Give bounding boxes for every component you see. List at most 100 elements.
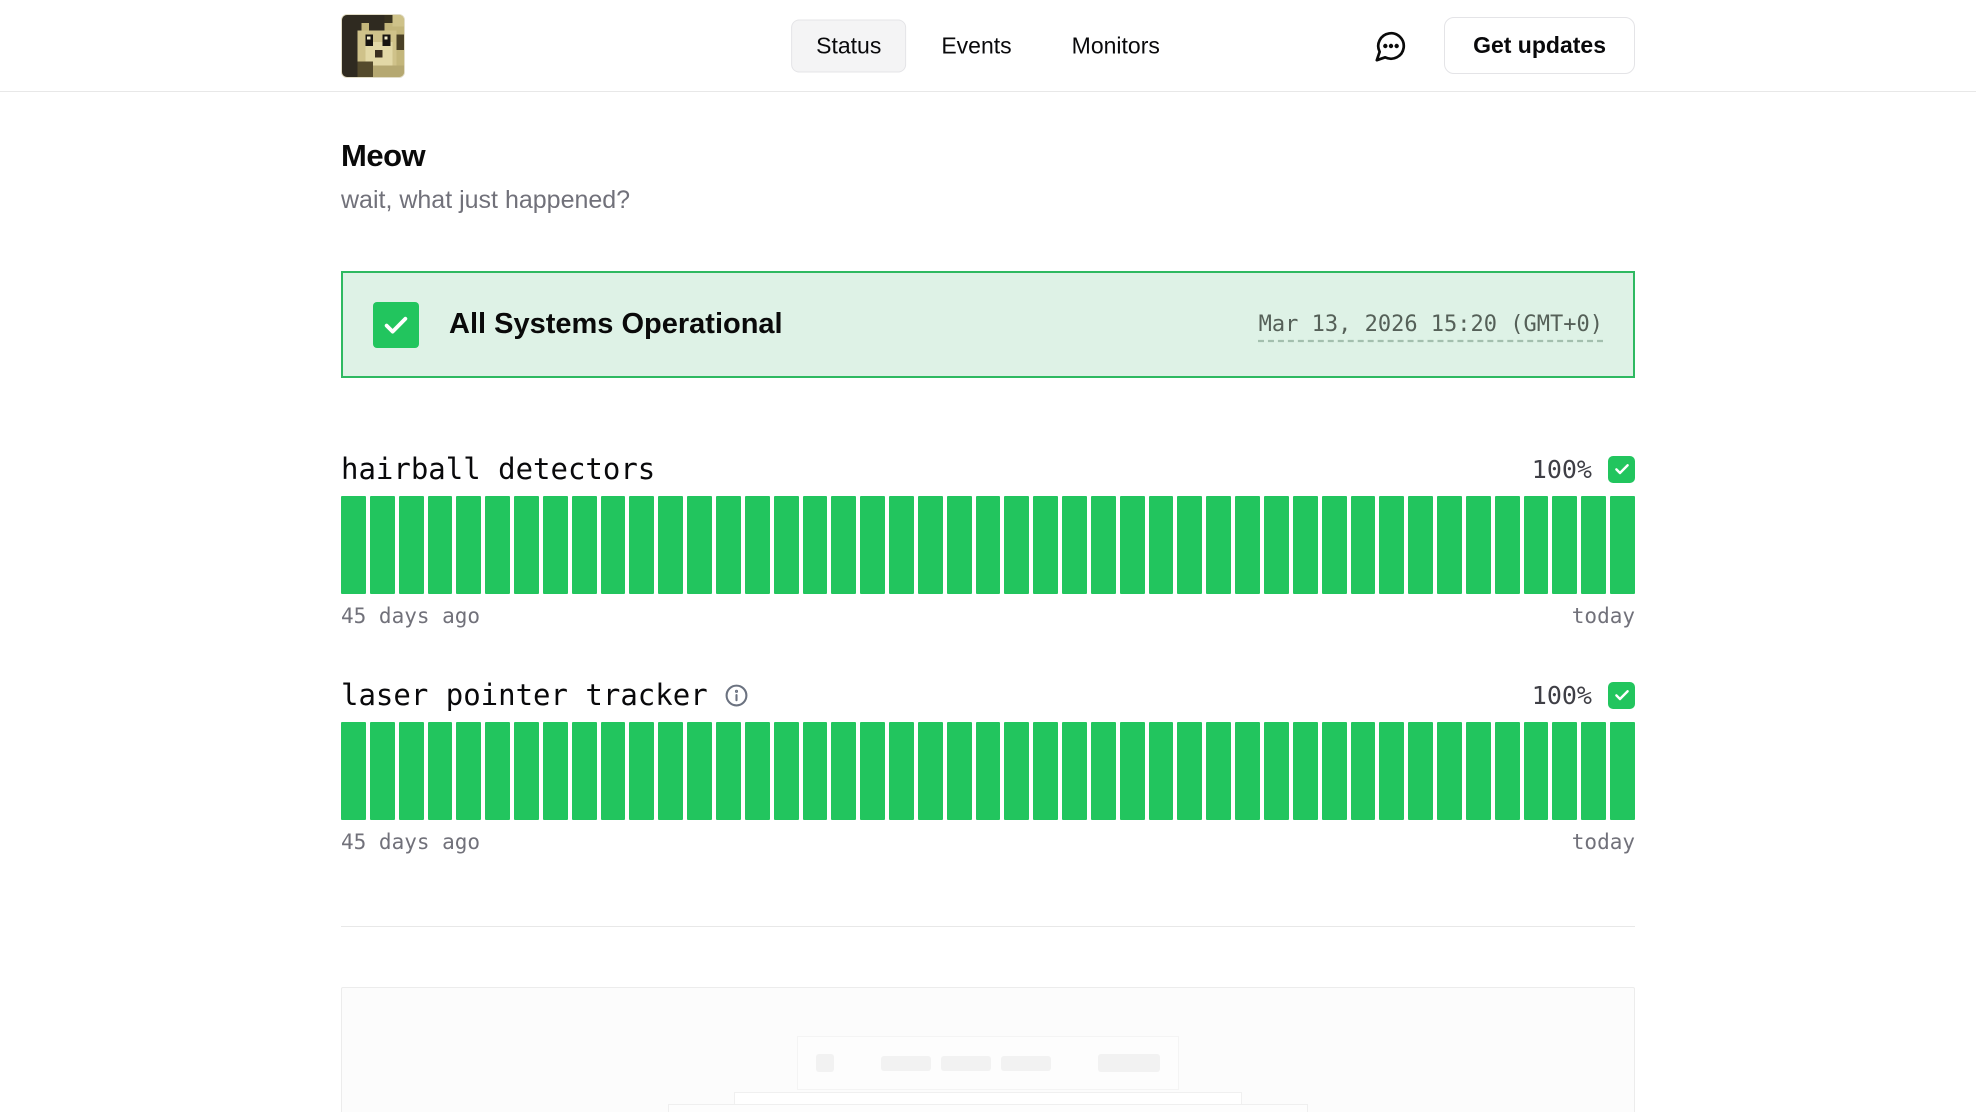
uptime-bar-day[interactable]: [947, 496, 972, 594]
uptime-bar-day[interactable]: [1552, 496, 1577, 594]
uptime-bar-day[interactable]: [1062, 722, 1087, 820]
uptime-bar-day[interactable]: [1235, 496, 1260, 594]
uptime-bar-day[interactable]: [1379, 496, 1404, 594]
uptime-bar-day[interactable]: [860, 722, 885, 820]
uptime-bar-day[interactable]: [572, 722, 597, 820]
uptime-bar-day[interactable]: [831, 722, 856, 820]
uptime-bar-day[interactable]: [1437, 496, 1462, 594]
uptime-bar-day[interactable]: [1177, 722, 1202, 820]
top-nav: Status Events Monitors Get updates: [0, 0, 1976, 92]
tab-status[interactable]: Status: [791, 19, 906, 72]
uptime-bar-day[interactable]: [1177, 496, 1202, 594]
uptime-bar-day[interactable]: [976, 496, 1001, 594]
uptime-bar-day[interactable]: [1351, 496, 1376, 594]
uptime-bar-day[interactable]: [543, 722, 568, 820]
uptime-bar-day[interactable]: [629, 496, 654, 594]
monitor-info-button[interactable]: [724, 683, 749, 708]
uptime-bar-day[interactable]: [658, 496, 683, 594]
uptime-bar-day[interactable]: [601, 722, 626, 820]
uptime-bar-day[interactable]: [918, 496, 943, 594]
uptime-bar-day[interactable]: [428, 496, 453, 594]
uptime-bar-day[interactable]: [1293, 722, 1318, 820]
uptime-bar-day[interactable]: [1408, 496, 1433, 594]
uptime-bar-day[interactable]: [658, 722, 683, 820]
uptime-bar-day[interactable]: [716, 496, 741, 594]
uptime-bar-day[interactable]: [889, 722, 914, 820]
uptime-bar-day[interactable]: [1466, 722, 1491, 820]
uptime-bar-day[interactable]: [1264, 722, 1289, 820]
uptime-bar-day[interactable]: [1524, 722, 1549, 820]
logo-cat-image[interactable]: [341, 14, 405, 78]
uptime-bar-day[interactable]: [803, 722, 828, 820]
uptime-bar-day[interactable]: [1379, 722, 1404, 820]
uptime-bar-day[interactable]: [918, 722, 943, 820]
uptime-bar-day[interactable]: [1149, 496, 1174, 594]
uptime-bar-day[interactable]: [687, 496, 712, 594]
uptime-bar-day[interactable]: [601, 496, 626, 594]
uptime-bar-day[interactable]: [543, 496, 568, 594]
uptime-bar-day[interactable]: [976, 722, 1001, 820]
tab-monitors[interactable]: Monitors: [1047, 19, 1185, 72]
uptime-bar-day[interactable]: [1206, 496, 1231, 594]
uptime-bar-day[interactable]: [1495, 496, 1520, 594]
uptime-bar-day[interactable]: [399, 496, 424, 594]
uptime-bar-day[interactable]: [514, 496, 539, 594]
uptime-bar-day[interactable]: [1062, 496, 1087, 594]
uptime-bar-day[interactable]: [687, 722, 712, 820]
uptime-bar-day[interactable]: [1091, 496, 1116, 594]
uptime-bar-day[interactable]: [745, 722, 770, 820]
uptime-bar-day[interactable]: [774, 722, 799, 820]
uptime-bar-day[interactable]: [1581, 722, 1606, 820]
uptime-bar-day[interactable]: [1495, 722, 1520, 820]
uptime-bar-day[interactable]: [514, 722, 539, 820]
uptime-bar-day[interactable]: [1149, 722, 1174, 820]
uptime-bar-day[interactable]: [370, 496, 395, 594]
uptime-bar-day[interactable]: [485, 722, 510, 820]
uptime-bar-day[interactable]: [1552, 722, 1577, 820]
uptime-bar-day[interactable]: [803, 496, 828, 594]
uptime-bar-day[interactable]: [889, 496, 914, 594]
uptime-bar-day[interactable]: [485, 496, 510, 594]
get-updates-button[interactable]: Get updates: [1444, 17, 1635, 74]
uptime-percentage: 100%: [1532, 455, 1592, 484]
uptime-bar-day[interactable]: [456, 722, 481, 820]
uptime-bar-day[interactable]: [831, 496, 856, 594]
uptime-bar-day[interactable]: [341, 496, 366, 594]
uptime-bar-day[interactable]: [947, 722, 972, 820]
uptime-bar-day[interactable]: [1351, 722, 1376, 820]
uptime-bar-day[interactable]: [1322, 496, 1347, 594]
uptime-bar-day[interactable]: [1264, 496, 1289, 594]
uptime-bar-day[interactable]: [1033, 496, 1058, 594]
tab-events[interactable]: Events: [916, 19, 1036, 72]
uptime-bar-day[interactable]: [1120, 722, 1145, 820]
uptime-bar-day[interactable]: [456, 496, 481, 594]
uptime-bar-day[interactable]: [1004, 722, 1029, 820]
feedback-chat-button[interactable]: [1374, 29, 1408, 63]
status-timestamp[interactable]: Mar 13, 2026 15:20 (GMT+0): [1259, 312, 1603, 337]
uptime-bar-day[interactable]: [399, 722, 424, 820]
uptime-bar-day[interactable]: [572, 496, 597, 594]
uptime-bar-day[interactable]: [774, 496, 799, 594]
uptime-bar-day[interactable]: [1524, 496, 1549, 594]
uptime-bar-day[interactable]: [1235, 722, 1260, 820]
uptime-bar-day[interactable]: [1091, 722, 1116, 820]
uptime-bar-day[interactable]: [1610, 722, 1635, 820]
uptime-bar-day[interactable]: [745, 496, 770, 594]
uptime-bar-day[interactable]: [1293, 496, 1318, 594]
uptime-bar-day[interactable]: [716, 722, 741, 820]
uptime-bar-day[interactable]: [1610, 496, 1635, 594]
uptime-bar-day[interactable]: [341, 722, 366, 820]
uptime-bar-day[interactable]: [1466, 496, 1491, 594]
uptime-bar-day[interactable]: [1004, 496, 1029, 594]
uptime-bar-day[interactable]: [860, 496, 885, 594]
uptime-bar-day[interactable]: [629, 722, 654, 820]
uptime-bar-day[interactable]: [1120, 496, 1145, 594]
uptime-bar-day[interactable]: [1408, 722, 1433, 820]
uptime-bar-day[interactable]: [1581, 496, 1606, 594]
uptime-bar-day[interactable]: [1437, 722, 1462, 820]
uptime-bar-day[interactable]: [370, 722, 395, 820]
uptime-bar-day[interactable]: [1206, 722, 1231, 820]
uptime-bar-day[interactable]: [428, 722, 453, 820]
uptime-bar-day[interactable]: [1033, 722, 1058, 820]
uptime-bar-day[interactable]: [1322, 722, 1347, 820]
